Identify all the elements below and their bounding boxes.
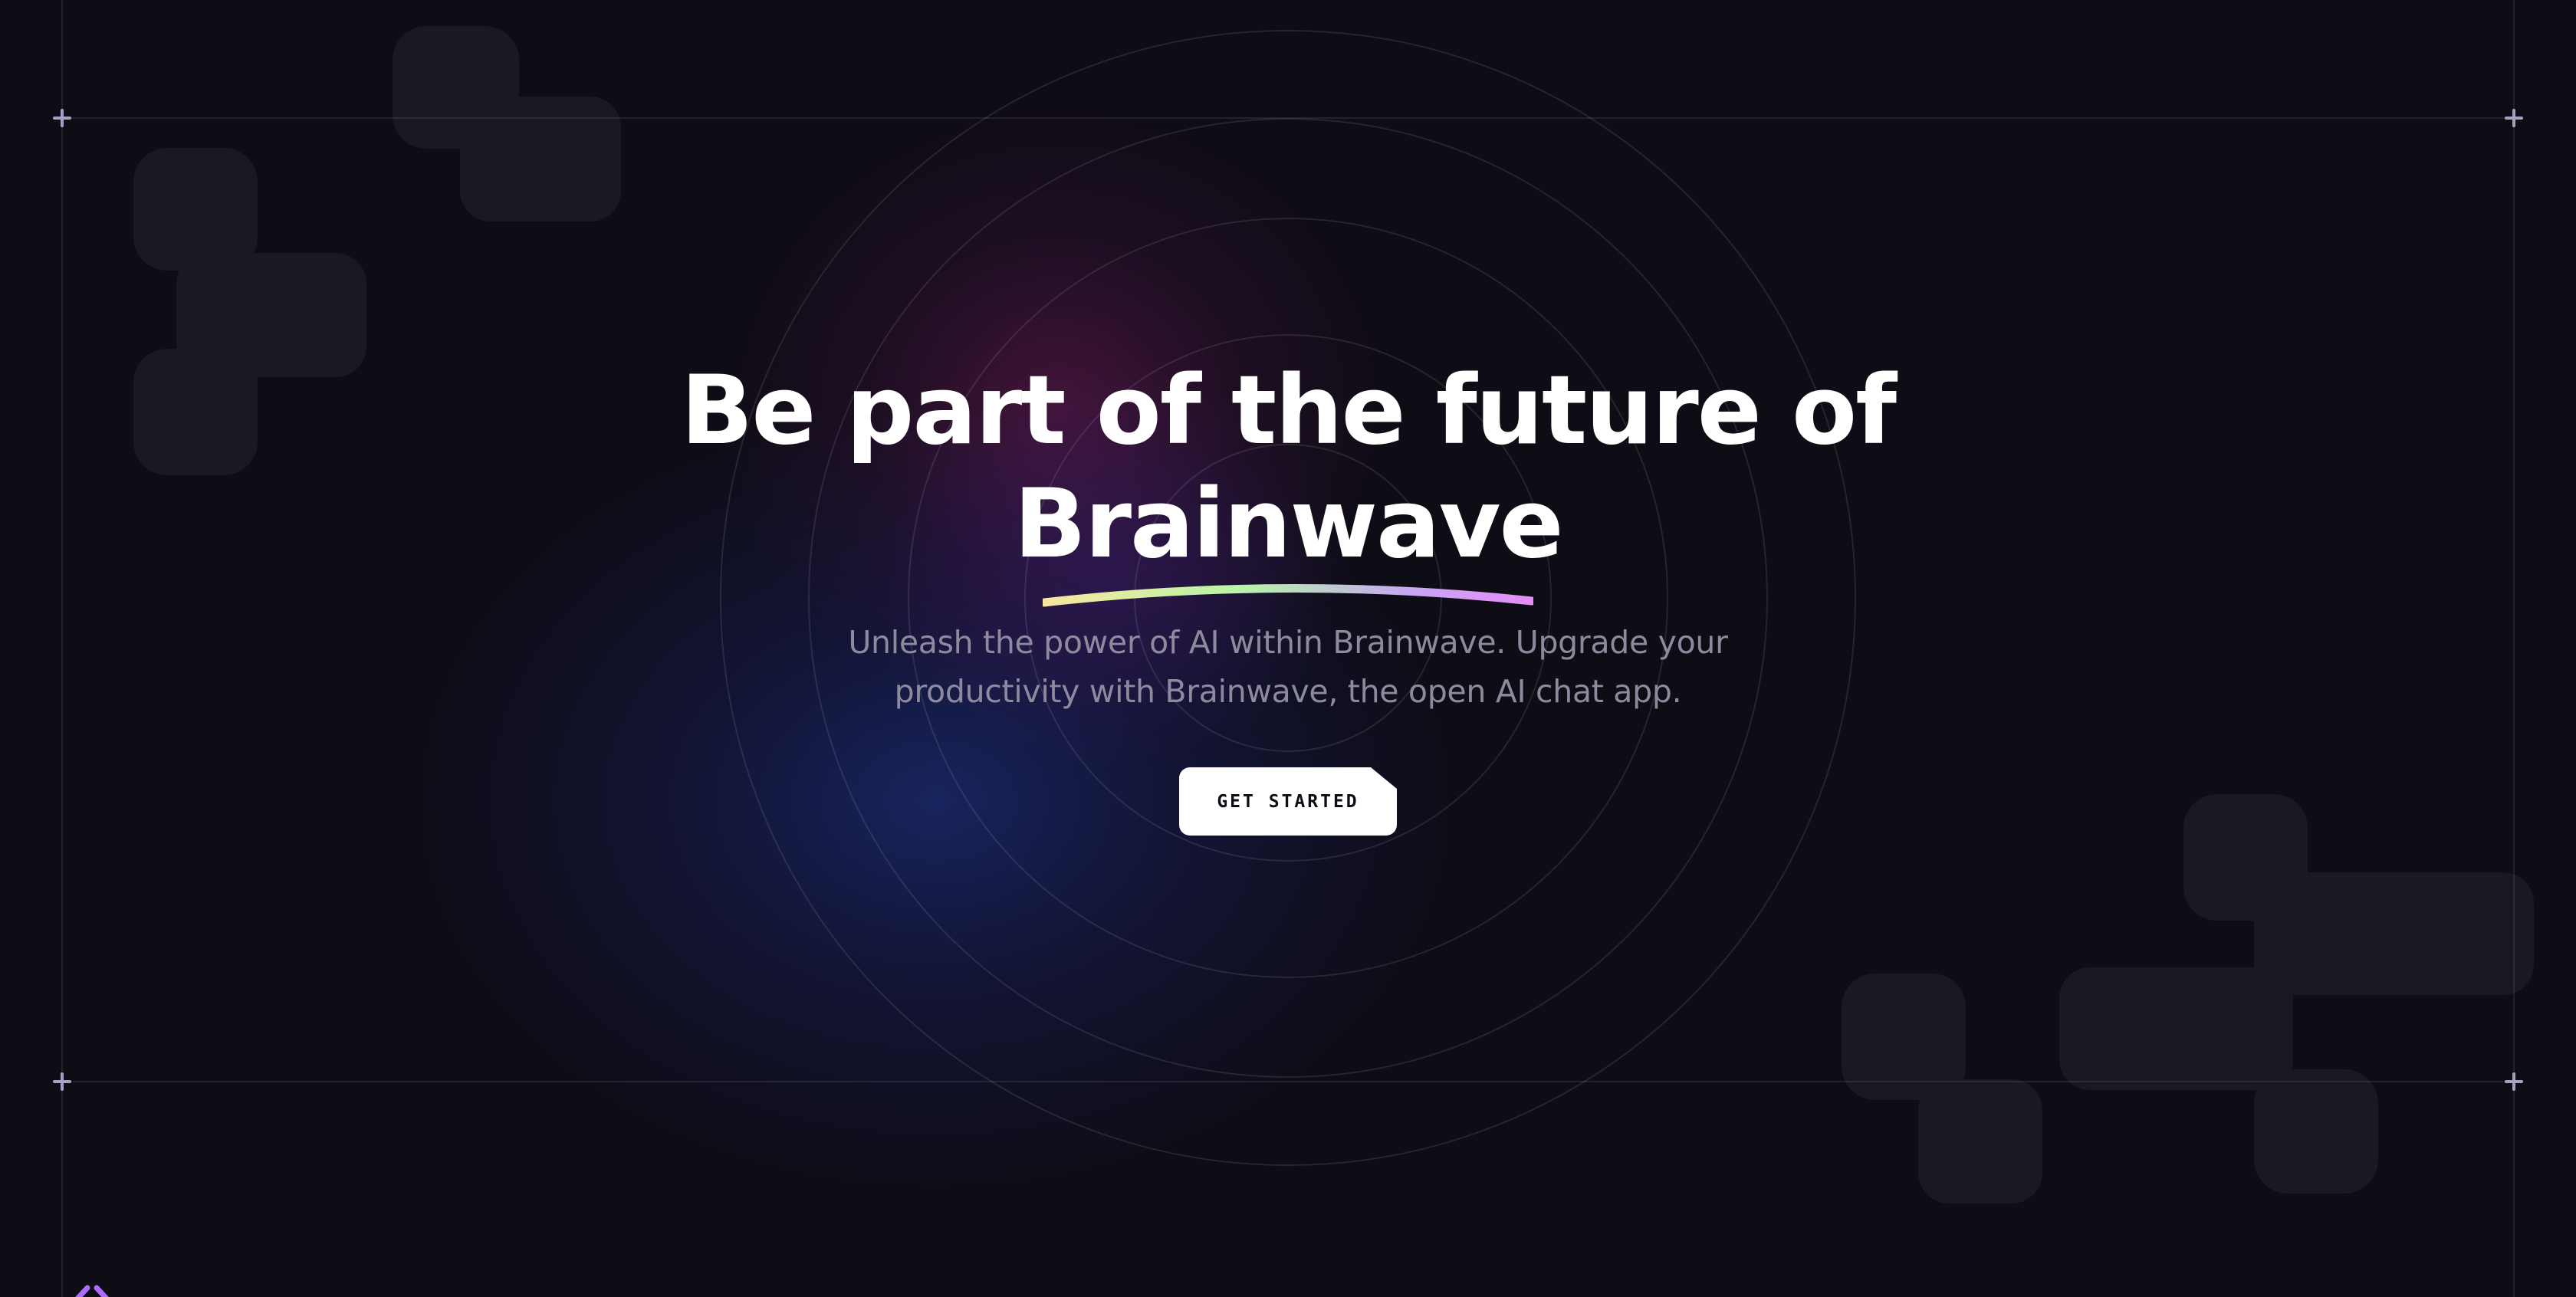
hero-title-line-2: Brainwave [521, 468, 2055, 581]
get-started-button[interactable]: GET STARTED [1179, 767, 1397, 836]
landing-page: Be part of the future of Brainwave Unlea… [0, 0, 2576, 1297]
hero-title-highlight: Brainwave [1014, 469, 1563, 580]
hero-title-line-1: Be part of the future of [680, 356, 1897, 466]
hero-subtitle-line-2: productivity with Brainwave, the open AI… [894, 673, 1682, 710]
hero-subtitle: Unleash the power of AI within Brainwave… [790, 618, 1786, 716]
hero-subtitle-line-1: Unleash the power of AI within Brainwave… [848, 624, 1728, 661]
highlight-underline [1043, 584, 1533, 607]
hero-title: Be part of the future of Brainwave [521, 354, 2055, 581]
hero-section: Be part of the future of Brainwave Unlea… [0, 0, 2576, 1297]
brainwave-logo-icon[interactable] [64, 1282, 120, 1297]
